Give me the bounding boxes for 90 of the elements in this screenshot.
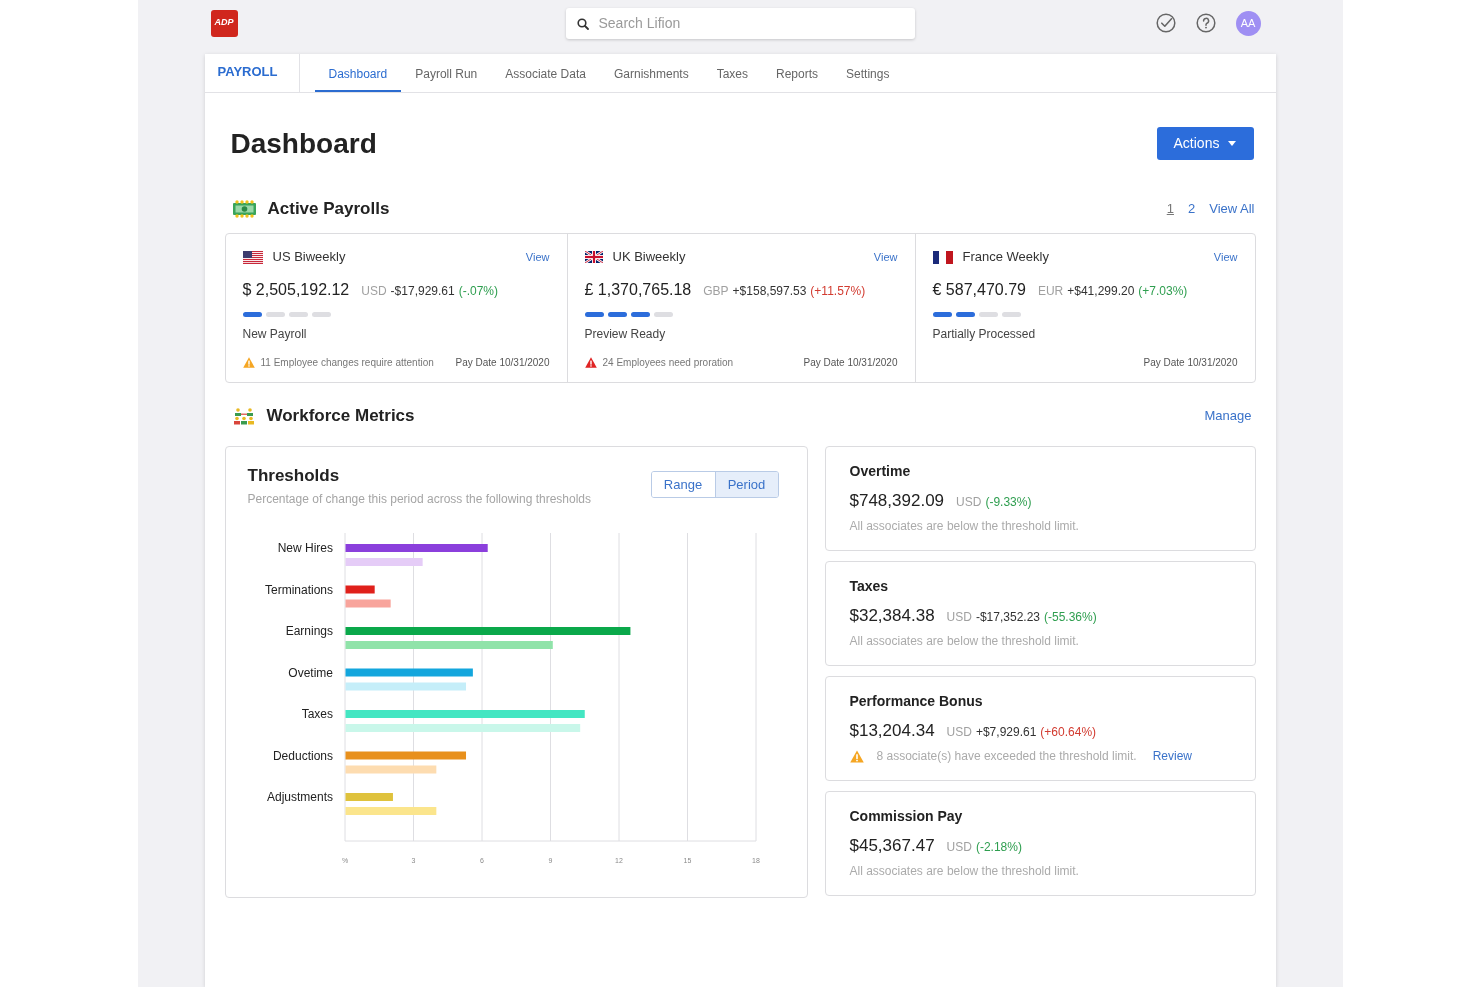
currency-label: USD xyxy=(946,609,972,626)
card-title: Taxes xyxy=(849,577,889,595)
change-amount: -$17,929.61 xyxy=(390,283,455,300)
payroll-name: US Biweekly xyxy=(272,248,346,267)
payroll-name: UK Biweekly xyxy=(612,248,686,267)
section-title: PAYROLL xyxy=(204,54,300,92)
chart-bar xyxy=(345,599,391,608)
nav-tab[interactable]: Taxes xyxy=(702,54,763,92)
currency-label: USD xyxy=(946,724,972,741)
category-label: Deductions xyxy=(272,748,333,763)
section-title: Active Payrolls xyxy=(267,198,390,221)
category-label: Adjustments xyxy=(266,790,333,804)
currency-label: EUR xyxy=(1037,283,1064,300)
change-amount: +$7,929.61 xyxy=(975,724,1037,741)
nav-tab[interactable]: Garnishments xyxy=(599,54,703,92)
check-circle-icon[interactable] xyxy=(1155,13,1176,33)
change-percent: (-55.36%) xyxy=(1044,609,1097,626)
view-link[interactable]: View xyxy=(873,248,898,266)
category-label: Earnings xyxy=(285,624,333,638)
page-link[interactable]: 2 xyxy=(1185,199,1198,219)
metric-amount: $748,392.09 xyxy=(849,490,945,512)
card-title: Overtime xyxy=(849,462,911,480)
nav-tab[interactable]: Payroll Run xyxy=(401,54,492,92)
uk-flag-icon xyxy=(584,251,603,263)
category-label: Taxes xyxy=(301,707,333,721)
currency-label: GBP xyxy=(703,283,729,300)
user-avatar[interactable]: AA xyxy=(1235,10,1261,36)
view-link[interactable]: View xyxy=(525,248,550,266)
payroll-amount: $ 2,505,192.12 xyxy=(242,280,350,300)
nav-tab[interactable]: Dashboard xyxy=(314,54,402,92)
card-title: Commission Pay xyxy=(849,807,963,825)
change-percent: (-9.33%) xyxy=(985,494,1032,511)
metric-note: All associates are below the threshold limit. xyxy=(849,633,1079,650)
currency-label: USD xyxy=(956,494,982,511)
change-percent: (-2.18%) xyxy=(975,839,1022,856)
nav-tab[interactable]: Settings xyxy=(832,54,904,92)
caret-down-icon xyxy=(1228,141,1237,146)
change-amount: +$158,597.53 xyxy=(732,283,807,300)
review-link[interactable]: Review xyxy=(1152,747,1192,765)
payroll-status: Preview Ready xyxy=(584,326,666,343)
payroll-status: Partially Processed xyxy=(932,326,1036,343)
change-percent: (-.07%) xyxy=(458,283,498,300)
alert-message: 24 Employees need proration xyxy=(602,355,734,370)
alert-message: 11 Employee changes require attention xyxy=(260,355,434,370)
nav-tab[interactable]: Reports xyxy=(762,54,833,92)
metric-note: All associates are below the threshold limit. xyxy=(849,518,1079,535)
currency-label: USD xyxy=(361,283,387,300)
card-subtitle: Percentage of change this period across the following thresholds xyxy=(247,491,592,507)
actions-button[interactable]: Actions xyxy=(1156,127,1254,160)
card-title: Thresholds xyxy=(247,465,341,487)
people-icon xyxy=(232,407,255,425)
card-title: Performance Bonus xyxy=(849,692,983,710)
view-all-link[interactable]: View All xyxy=(1209,199,1255,219)
chart-bar xyxy=(345,793,393,801)
search-field[interactable]: Search Lifion xyxy=(565,7,915,39)
metric-note: 8 associate(s) have exceeded the threshold limit. xyxy=(876,748,1137,765)
change-amount: +$41,299.20 xyxy=(1067,283,1135,300)
category-label: New Hires xyxy=(277,541,333,555)
section-title: Workforce Metrics xyxy=(266,405,415,428)
nav-tab[interactable]: Associate Data xyxy=(491,54,600,92)
change-percent: (+60.64%) xyxy=(1040,724,1097,741)
change-amount: -$17,352.23 xyxy=(975,609,1040,626)
manage-link[interactable]: Manage xyxy=(1204,406,1252,426)
logo[interactable]: ADP xyxy=(210,9,238,37)
payroll-name: France Weekly xyxy=(962,248,1049,267)
help-icon[interactable] xyxy=(1195,13,1216,33)
money-icon xyxy=(232,200,256,218)
metric-amount: $13,204.34 xyxy=(849,720,935,742)
view-link[interactable]: View xyxy=(1213,248,1238,266)
toggle-button[interactable]: Period xyxy=(714,472,778,497)
category-label: Ovetime xyxy=(287,665,333,680)
pay-date: Pay Date 10/31/2020 xyxy=(803,355,898,370)
us-flag-icon xyxy=(242,250,263,264)
metric-amount: $32,384.38 xyxy=(849,605,935,627)
change-percent: (+11.57%) xyxy=(810,283,866,300)
pay-date: Pay Date 10/31/2020 xyxy=(455,355,550,370)
france-flag-icon xyxy=(932,250,953,264)
pay-date: Pay Date 10/31/2020 xyxy=(1143,355,1238,370)
metric-note: All associates are below the threshold limit. xyxy=(849,863,1079,880)
page-title: Dashboard xyxy=(230,126,377,161)
chart-bar xyxy=(345,585,375,594)
category-label: Terminations xyxy=(264,582,333,597)
page-link[interactable]: 1 xyxy=(1164,199,1176,219)
currency-label: USD xyxy=(946,839,972,856)
payroll-amount: € 587,470.79 xyxy=(932,280,1026,300)
payroll-amount: £ 1,370,765.18 xyxy=(584,280,692,300)
search-icon xyxy=(576,17,589,30)
metric-amount: $45,367.47 xyxy=(849,835,935,857)
change-percent: (+7.03%) xyxy=(1138,283,1188,300)
payroll-status: New Payroll xyxy=(242,326,307,343)
